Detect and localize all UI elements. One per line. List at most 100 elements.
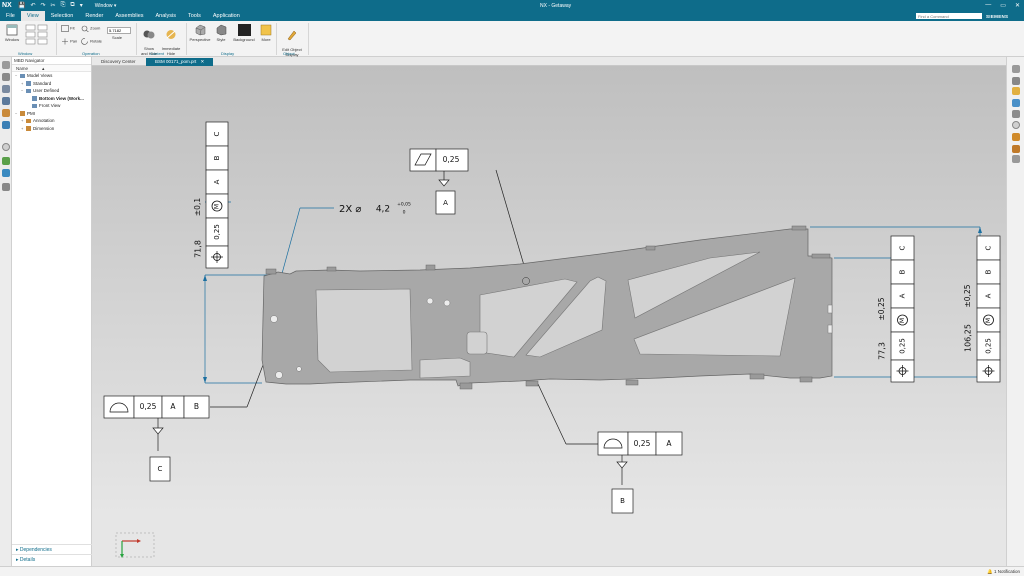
view-orient-icon[interactable] — [1012, 65, 1020, 73]
more-button[interactable]: More — [259, 24, 273, 42]
tab-part-file[interactable]: BSM 00171_pom.prt ✕ — [146, 58, 213, 66]
system-scenes-icon[interactable] — [2, 183, 10, 191]
maximize-icon[interactable]: ▭ — [1000, 2, 1006, 9]
collapse-icon[interactable]: − — [15, 72, 17, 80]
tree-node[interactable]: + Standard — [12, 80, 91, 88]
dependencies-panel-toggle[interactable]: ▸ Dependencies — [12, 544, 92, 554]
mmc-modifier: M — [899, 318, 906, 323]
tree-node[interactable]: − User Defined — [12, 87, 91, 95]
notification-indicator[interactable]: 🔔 1 Notification — [987, 569, 1020, 575]
layer-icon[interactable] — [1012, 133, 1020, 141]
close-icon[interactable]: ✕ — [1015, 2, 1020, 9]
background-button[interactable]: Background — [231, 24, 257, 42]
tree-node[interactable]: + Dimension — [12, 125, 91, 133]
resource-bar-right — [1006, 57, 1024, 566]
fit-view-icon[interactable] — [1012, 77, 1020, 85]
resource-bar-left — [0, 57, 12, 566]
render-style-icon[interactable] — [1012, 110, 1020, 118]
menu-bar: File View Selection Render Assemblies An… — [0, 11, 1024, 21]
menu-selection[interactable]: Selection — [45, 11, 80, 21]
menu-render[interactable]: Render — [79, 11, 109, 21]
zoom-icon — [81, 25, 89, 33]
model-view-canvas[interactable]: 0,25 A 2X ⌀ 4,2 +0,05 0 C B A M 0,25 ±0,1 71,8 C B A M 0,… — [92, 66, 1006, 566]
pan-button[interactable]: Pan — [61, 38, 79, 45]
select-filter-icon[interactable] — [1012, 87, 1020, 95]
view-triad — [115, 532, 155, 558]
datum-triangle — [438, 179, 450, 187]
process-studio-icon[interactable] — [2, 157, 10, 165]
assembly-navigator-icon[interactable] — [2, 73, 10, 81]
tree-node[interactable]: + Annotation — [12, 117, 91, 125]
menu-analysis[interactable]: Analysis — [150, 11, 182, 21]
fit-button[interactable]: Fit — [61, 25, 79, 32]
copy-icon[interactable]: ⎘ — [61, 2, 66, 9]
dim-tol: ±0,1 — [193, 198, 202, 216]
collapse-icon[interactable]: − — [21, 87, 23, 95]
layout-grid-button[interactable] — [24, 24, 50, 47]
details-panel-toggle[interactable]: ▸ Details — [12, 554, 92, 564]
perspective-icon — [195, 24, 206, 36]
clipping-icon[interactable] — [1012, 155, 1020, 163]
graphics-window[interactable]: 0,25 A 2X ⌀ 4,2 +0,05 0 C B A M 0,25 ±0,1 71,8 C B A M 0,… — [92, 66, 1006, 566]
datum-triangle — [616, 461, 628, 469]
expand-icon[interactable]: + — [21, 80, 23, 88]
scale-input[interactable] — [107, 27, 131, 34]
menu-file[interactable]: File — [0, 11, 21, 21]
navigator-tree: − Model Views + Standard − User Defined Bottom… — [12, 72, 91, 132]
save-icon[interactable]: 💾 — [18, 2, 25, 9]
help-icon[interactable] — [1012, 121, 1020, 129]
qat-more-icon[interactable]: ▾ — [80, 2, 83, 9]
show-hide-icon — [143, 30, 155, 39]
command-search-input[interactable] — [916, 13, 982, 19]
collapse-icon[interactable]: − — [15, 110, 17, 118]
menu-application[interactable]: Application — [207, 11, 246, 21]
expand-icon[interactable]: + — [21, 125, 23, 133]
web-browser-icon[interactable] — [2, 121, 10, 129]
tab-discovery-center[interactable]: Discovery Center — [92, 58, 144, 66]
constraint-navigator-icon[interactable] — [2, 85, 10, 93]
cut-icon[interactable]: ✂ — [51, 2, 56, 9]
expand-icon[interactable]: + — [21, 117, 23, 125]
fcf-value: 0,25 — [985, 338, 993, 354]
minimize-icon[interactable]: — — [985, 2, 991, 9]
immediate-hide-icon — [166, 30, 176, 39]
navigator-column-header[interactable]: Name ▲ — [12, 65, 91, 72]
snap-point-icon[interactable] — [1012, 99, 1020, 107]
part-navigator-icon[interactable] — [2, 61, 10, 69]
window-menu-button[interactable]: Window ▾ — [95, 3, 117, 9]
window-button[interactable]: Window — [3, 24, 21, 42]
tree-node-icon — [26, 88, 31, 93]
menu-view[interactable]: View — [20, 11, 45, 21]
rotate-button[interactable]: Rotate — [81, 38, 105, 45]
group-display-label: Display — [221, 51, 235, 56]
window-controls: — ▭ ✕ — [985, 2, 1020, 9]
tree-node[interactable]: Bottom View (Work... — [12, 95, 91, 103]
menu-assemblies[interactable]: Assemblies — [109, 11, 149, 21]
menu-tools[interactable]: Tools — [182, 11, 207, 21]
redo-icon[interactable]: ↷ — [41, 2, 46, 9]
perspective-button[interactable]: Perspective — [189, 24, 211, 42]
fit-icon — [61, 25, 69, 32]
close-tab-icon[interactable]: ✕ — [201, 59, 205, 64]
paste-icon[interactable]: ⧉ — [70, 2, 74, 9]
zoom-button[interactable]: Zoom — [81, 25, 103, 33]
roles-icon[interactable] — [2, 169, 10, 177]
fcf-value: A — [899, 293, 907, 298]
history-icon[interactable] — [2, 143, 10, 151]
tree-node[interactable]: Front View — [12, 102, 91, 110]
tree-node[interactable]: − Model Views — [12, 72, 91, 80]
rotate-label: Rotate — [90, 38, 102, 44]
reuse-library-icon[interactable] — [2, 97, 10, 105]
style-button[interactable]: Style — [213, 24, 229, 42]
app-logo: NX — [2, 2, 12, 9]
datum-label: C — [158, 465, 163, 473]
mbd-navigator-icon[interactable] — [2, 109, 10, 117]
mmc-modifier: M — [985, 318, 992, 323]
left-fcf-leader — [246, 364, 264, 408]
tree-node-label: Bottom View (Work... — [39, 95, 84, 101]
undo-icon[interactable]: ↶ — [30, 2, 35, 9]
view-section-icon[interactable] — [1012, 145, 1020, 153]
tree-node-label: Model Views — [27, 73, 53, 78]
tree-node[interactable]: − PMI — [12, 110, 91, 118]
title-bar: NX 💾 ↶ ↷ ✂ ⎘ ⧉ ▾ Window ▾ NX - Getaway —… — [0, 0, 1024, 11]
